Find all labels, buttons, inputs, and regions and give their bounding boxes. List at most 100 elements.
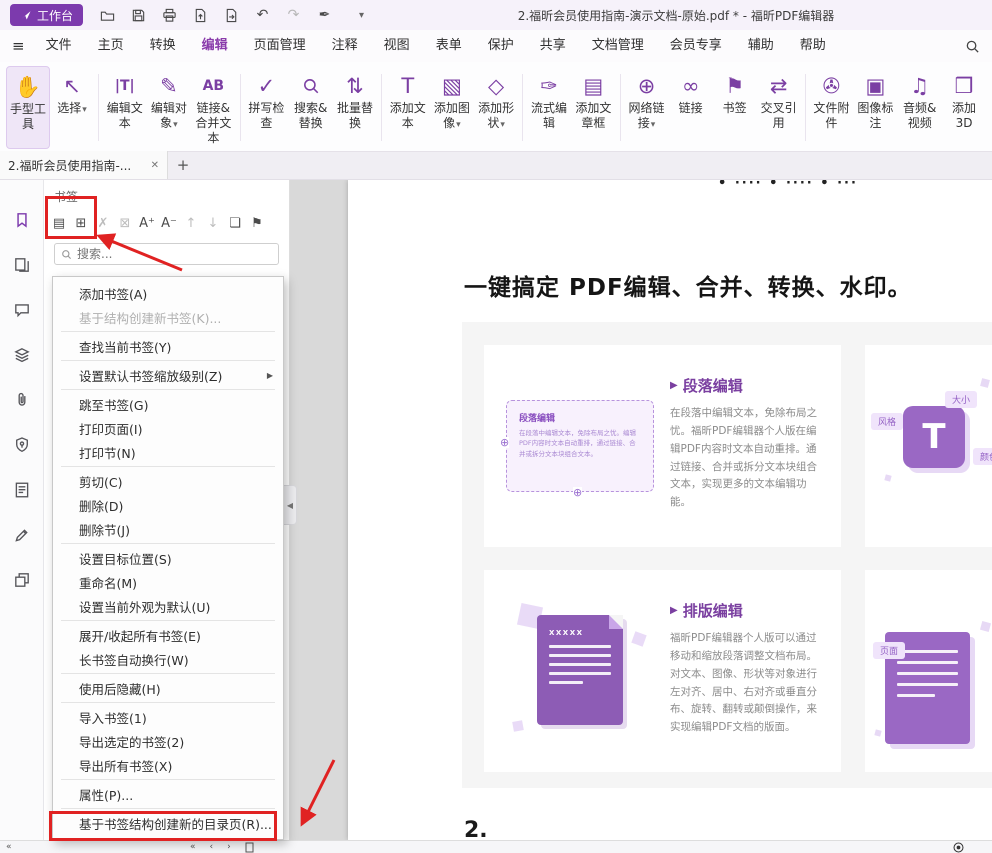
tool-add-3d[interactable]: ❒添加3D: [942, 66, 986, 149]
layers-panel-icon[interactable]: [12, 345, 32, 365]
tool-add-article-box[interactable]: ▤添加文章框: [571, 66, 616, 149]
bookmark-search-input[interactable]: [77, 247, 272, 261]
menu-accessibility[interactable]: 辅助: [735, 30, 787, 62]
delete-bookmark-icon[interactable]: ✗: [92, 211, 114, 235]
ink-sign-icon[interactable]: ✒: [316, 7, 333, 24]
tool-spell-check[interactable]: ✓拼写检查: [244, 66, 288, 149]
move-down-icon[interactable]: ↓: [202, 211, 224, 235]
menu-item-set-appearance-default[interactable]: 设置当前外观为默认(U): [53, 594, 283, 618]
tool-add-shape[interactable]: ◇添加形状▾: [474, 66, 518, 149]
tool-link[interactable]: ∞链接: [669, 66, 713, 149]
expand-page-icon[interactable]: ❏: [224, 211, 246, 235]
tool-select[interactable]: ↖选择▾: [50, 66, 94, 149]
fields-panel-icon[interactable]: [12, 570, 32, 590]
menu-item-rename[interactable]: 重命名(M): [53, 570, 283, 594]
menu-item-delete-section[interactable]: 删除节(J): [53, 517, 283, 541]
menu-comment[interactable]: 注释: [319, 30, 371, 62]
font-increase-icon[interactable]: A⁺: [136, 211, 158, 235]
hamburger-menu-icon[interactable]: ≡: [12, 37, 25, 55]
menu-item-goto-bookmark[interactable]: 跳至书签(G): [53, 392, 283, 416]
save-icon[interactable]: [130, 7, 147, 24]
panel-collapse-handle[interactable]: ◀: [284, 485, 297, 525]
menu-home[interactable]: 主页: [85, 30, 137, 62]
menu-help[interactable]: 帮助: [787, 30, 839, 62]
eye-assistant-icon[interactable]: [953, 842, 964, 853]
attachments-panel-icon[interactable]: [12, 390, 32, 410]
destinations-panel-icon[interactable]: [12, 480, 32, 500]
menu-item-hide-after-use[interactable]: 使用后隐藏(H): [53, 676, 283, 700]
menu-item-set-destination[interactable]: 设置目标位置(S): [53, 546, 283, 570]
menu-item-find-current-bookmark[interactable]: 查找当前书签(Y): [53, 334, 283, 358]
open-file-icon[interactable]: [99, 7, 116, 24]
menu-share[interactable]: 共享: [527, 30, 579, 62]
menu-item-wrap-long-bookmarks[interactable]: 长书签自动换行(W): [53, 647, 283, 671]
menu-item-delete[interactable]: 删除(D): [53, 493, 283, 517]
bookmarks-panel-icon[interactable]: [12, 210, 32, 230]
tool-search-replace[interactable]: 搜索&替换: [288, 66, 333, 149]
menu-page-management[interactable]: 页面管理: [241, 30, 319, 62]
tool-edit-object[interactable]: ✎编辑对象▾: [147, 66, 191, 149]
toolbar-more-icon[interactable]: ▾: [353, 7, 370, 24]
menu-protect[interactable]: 保护: [475, 30, 527, 62]
menu-item-create-from-structure[interactable]: 基于结构创建新书签(K)...: [53, 305, 283, 329]
tool-file-attachment[interactable]: ✇文件附件: [809, 66, 853, 149]
tool-cross-reference[interactable]: ⇄交叉引用: [757, 66, 801, 149]
tool-audio-video[interactable]: ♫音频&视频: [897, 66, 942, 149]
menu-item-print-section[interactable]: 打印节(N): [53, 440, 283, 464]
workspace-button[interactable]: 工作台: [10, 4, 83, 26]
tool-add-text[interactable]: T添加文本: [386, 66, 430, 149]
tool-link-join-text[interactable]: AB链接&合并文本: [191, 66, 236, 149]
print-icon[interactable]: [161, 7, 178, 24]
tool-edit-text[interactable]: |T|编辑文本: [103, 66, 147, 149]
tool-flow-edit[interactable]: ✑流式编辑: [527, 66, 571, 149]
menu-item-add-bookmark[interactable]: 添加书签(A): [53, 281, 283, 305]
new-tab-button[interactable]: +: [168, 151, 198, 179]
menu-item-default-zoom-level[interactable]: 设置默认书签缩放级别(Z)▶: [53, 363, 283, 387]
document-tab[interactable]: 2.福昕会员使用指南-... ✕: [0, 151, 168, 179]
tool-hand[interactable]: ✋手型工具: [6, 66, 50, 149]
tool-bookmark[interactable]: ⚑书签: [713, 66, 757, 149]
menu-item-cut[interactable]: 剪切(C): [53, 469, 283, 493]
menu-member[interactable]: 会员专享: [657, 30, 735, 62]
menu-item-create-toc-from-bookmarks[interactable]: 基于书签结构创建新的目录页(R)...: [53, 811, 283, 835]
move-up-icon[interactable]: ↑: [180, 211, 202, 235]
undo-icon[interactable]: ↶: [254, 7, 271, 24]
search-icon[interactable]: [965, 39, 980, 54]
content-edit-panel-icon[interactable]: [12, 525, 32, 545]
next-page-icon[interactable]: ›: [227, 842, 231, 852]
menu-convert[interactable]: 转换: [137, 30, 189, 62]
tool-image-annotation[interactable]: ▣图像标注: [853, 66, 897, 149]
comments-panel-icon[interactable]: [12, 300, 32, 320]
menu-item-export-all-bookmarks[interactable]: 导出所有书签(X): [53, 753, 283, 777]
tool-add-image[interactable]: ▧添加图像▾: [430, 66, 474, 149]
menu-doc-management[interactable]: 文档管理: [579, 30, 657, 62]
first-page-icon[interactable]: «: [190, 842, 196, 852]
menu-item-export-selected-bookmarks[interactable]: 导出选定的书签(2): [53, 729, 283, 753]
tool-batch-replace[interactable]: ⇅批量替换: [333, 66, 377, 149]
page-thumbnails-icon[interactable]: [12, 255, 32, 275]
page-grid-icon[interactable]: [245, 842, 254, 853]
bookmark-flag-icon[interactable]: ⚑: [246, 211, 268, 235]
redo-icon[interactable]: ↷: [285, 7, 302, 24]
convert-icon[interactable]: [223, 7, 240, 24]
tool-web-link[interactable]: ⊕网络链接▾: [624, 66, 668, 149]
create-toc-icon[interactable]: ▤: [48, 211, 70, 235]
add-bookmark-icon[interactable]: ⊞: [70, 211, 92, 235]
menu-form[interactable]: 表单: [423, 30, 475, 62]
menu-edit[interactable]: 编辑: [189, 30, 241, 62]
menu-file[interactable]: 文件: [33, 30, 85, 62]
digital-signatures-panel-icon[interactable]: [12, 435, 32, 455]
collapse-panel-icon[interactable]: «: [6, 842, 12, 852]
font-decrease-icon[interactable]: A⁻: [158, 211, 180, 235]
menu-item-expand-collapse-all[interactable]: 展开/收起所有书签(E): [53, 623, 283, 647]
pdf-page[interactable]: • ···· • ···· • ··· 一键搞定 PDF编辑、合并、转换、水印。…: [348, 180, 992, 840]
menu-item-import-bookmarks[interactable]: 导入书签(1): [53, 705, 283, 729]
export-icon[interactable]: [192, 7, 209, 24]
color-tag: 颜色: [973, 448, 992, 465]
menu-view[interactable]: 视图: [371, 30, 423, 62]
menu-item-properties[interactable]: 属性(P)...: [53, 782, 283, 806]
prev-page-icon[interactable]: ‹: [210, 842, 214, 852]
menu-item-print-page[interactable]: 打印页面(I): [53, 416, 283, 440]
delete-section-icon[interactable]: ⊠: [114, 211, 136, 235]
tab-close-icon[interactable]: ✕: [151, 160, 159, 171]
